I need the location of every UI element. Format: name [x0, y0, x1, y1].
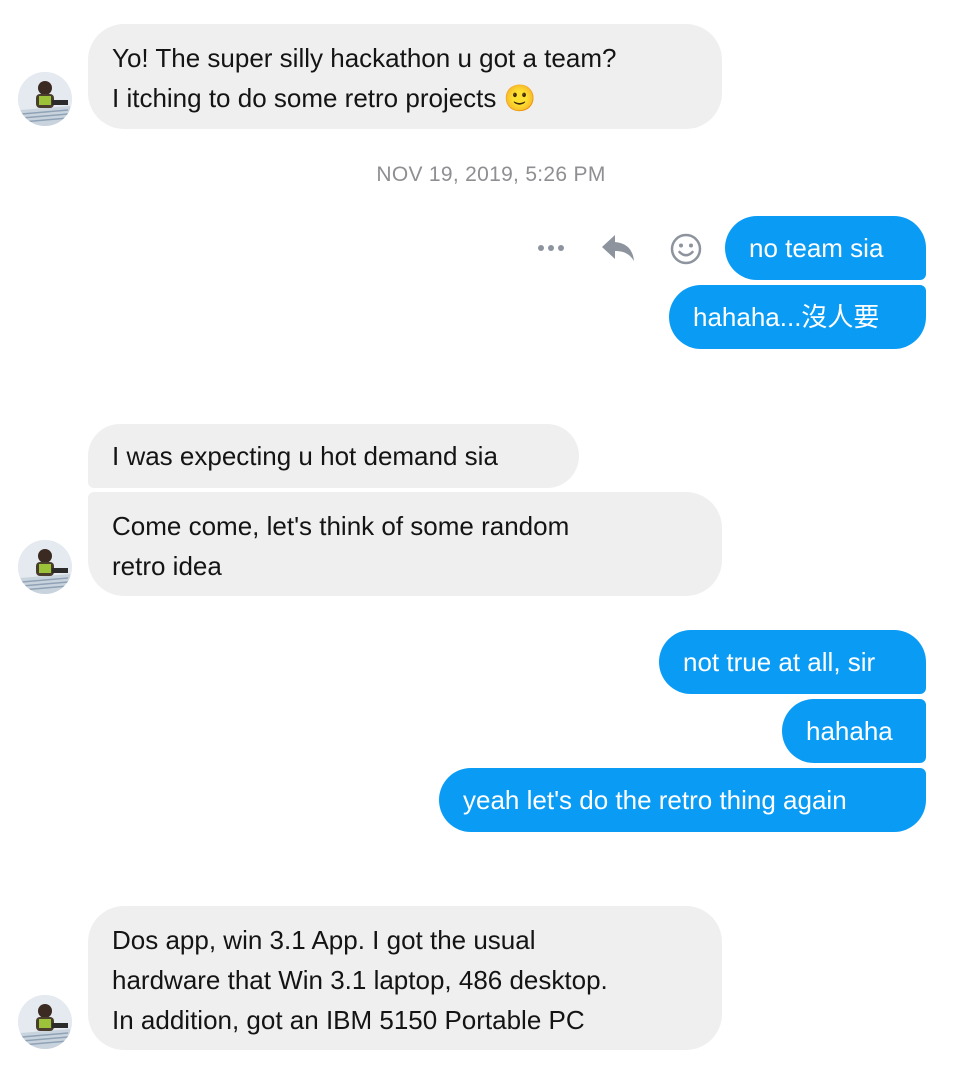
message-line: hardware that Win 3.1 laptop, 486 deskto… — [112, 965, 608, 995]
avatar[interactable] — [18, 540, 72, 594]
timestamp: NOV 19, 2019, 5:26 PM — [376, 163, 606, 186]
message-line: Yo! The super silly hackathon u got a te… — [112, 43, 617, 73]
message-text: hahaha — [806, 716, 893, 746]
message-text: no team sia — [749, 233, 884, 263]
message-text: hahaha...沒人要 — [693, 302, 880, 332]
outgoing-message[interactable]: hahaha — [782, 699, 926, 763]
incoming-message[interactable]: Come come, let's think of some random re… — [88, 492, 722, 596]
message-line: retro idea — [112, 551, 222, 581]
outgoing-message[interactable]: not true at all, sir — [659, 630, 926, 694]
incoming-message[interactable]: I was expecting u hot demand sia — [88, 424, 579, 488]
incoming-message[interactable]: Yo! The super silly hackathon u got a te… — [88, 24, 722, 129]
message-line: Come come, let's think of some random — [112, 511, 570, 541]
message-text: I was expecting u hot demand sia — [112, 441, 498, 471]
message-line: Dos app, win 3.1 App. I got the usual — [112, 925, 536, 955]
outgoing-message[interactable]: yeah let's do the retro thing again — [439, 768, 926, 832]
smiley-face-icon[interactable] — [669, 232, 703, 266]
message-text: not true at all, sir — [683, 647, 876, 677]
outgoing-message[interactable]: no team sia — [725, 216, 926, 280]
avatar[interactable] — [18, 72, 72, 126]
more-horizontal-icon[interactable] — [536, 239, 566, 257]
incoming-message[interactable]: Dos app, win 3.1 App. I got the usual ha… — [88, 906, 722, 1050]
message-text: yeah let's do the retro thing again — [463, 785, 847, 815]
avatar[interactable] — [18, 995, 72, 1049]
message-line: In addition, got an IBM 5150 Portable PC — [112, 1005, 585, 1035]
reply-arrow-icon[interactable] — [600, 232, 636, 264]
outgoing-message[interactable]: hahaha...沒人要 — [669, 285, 926, 349]
message-line: I itching to do some retro projects 🙂 — [112, 83, 536, 113]
